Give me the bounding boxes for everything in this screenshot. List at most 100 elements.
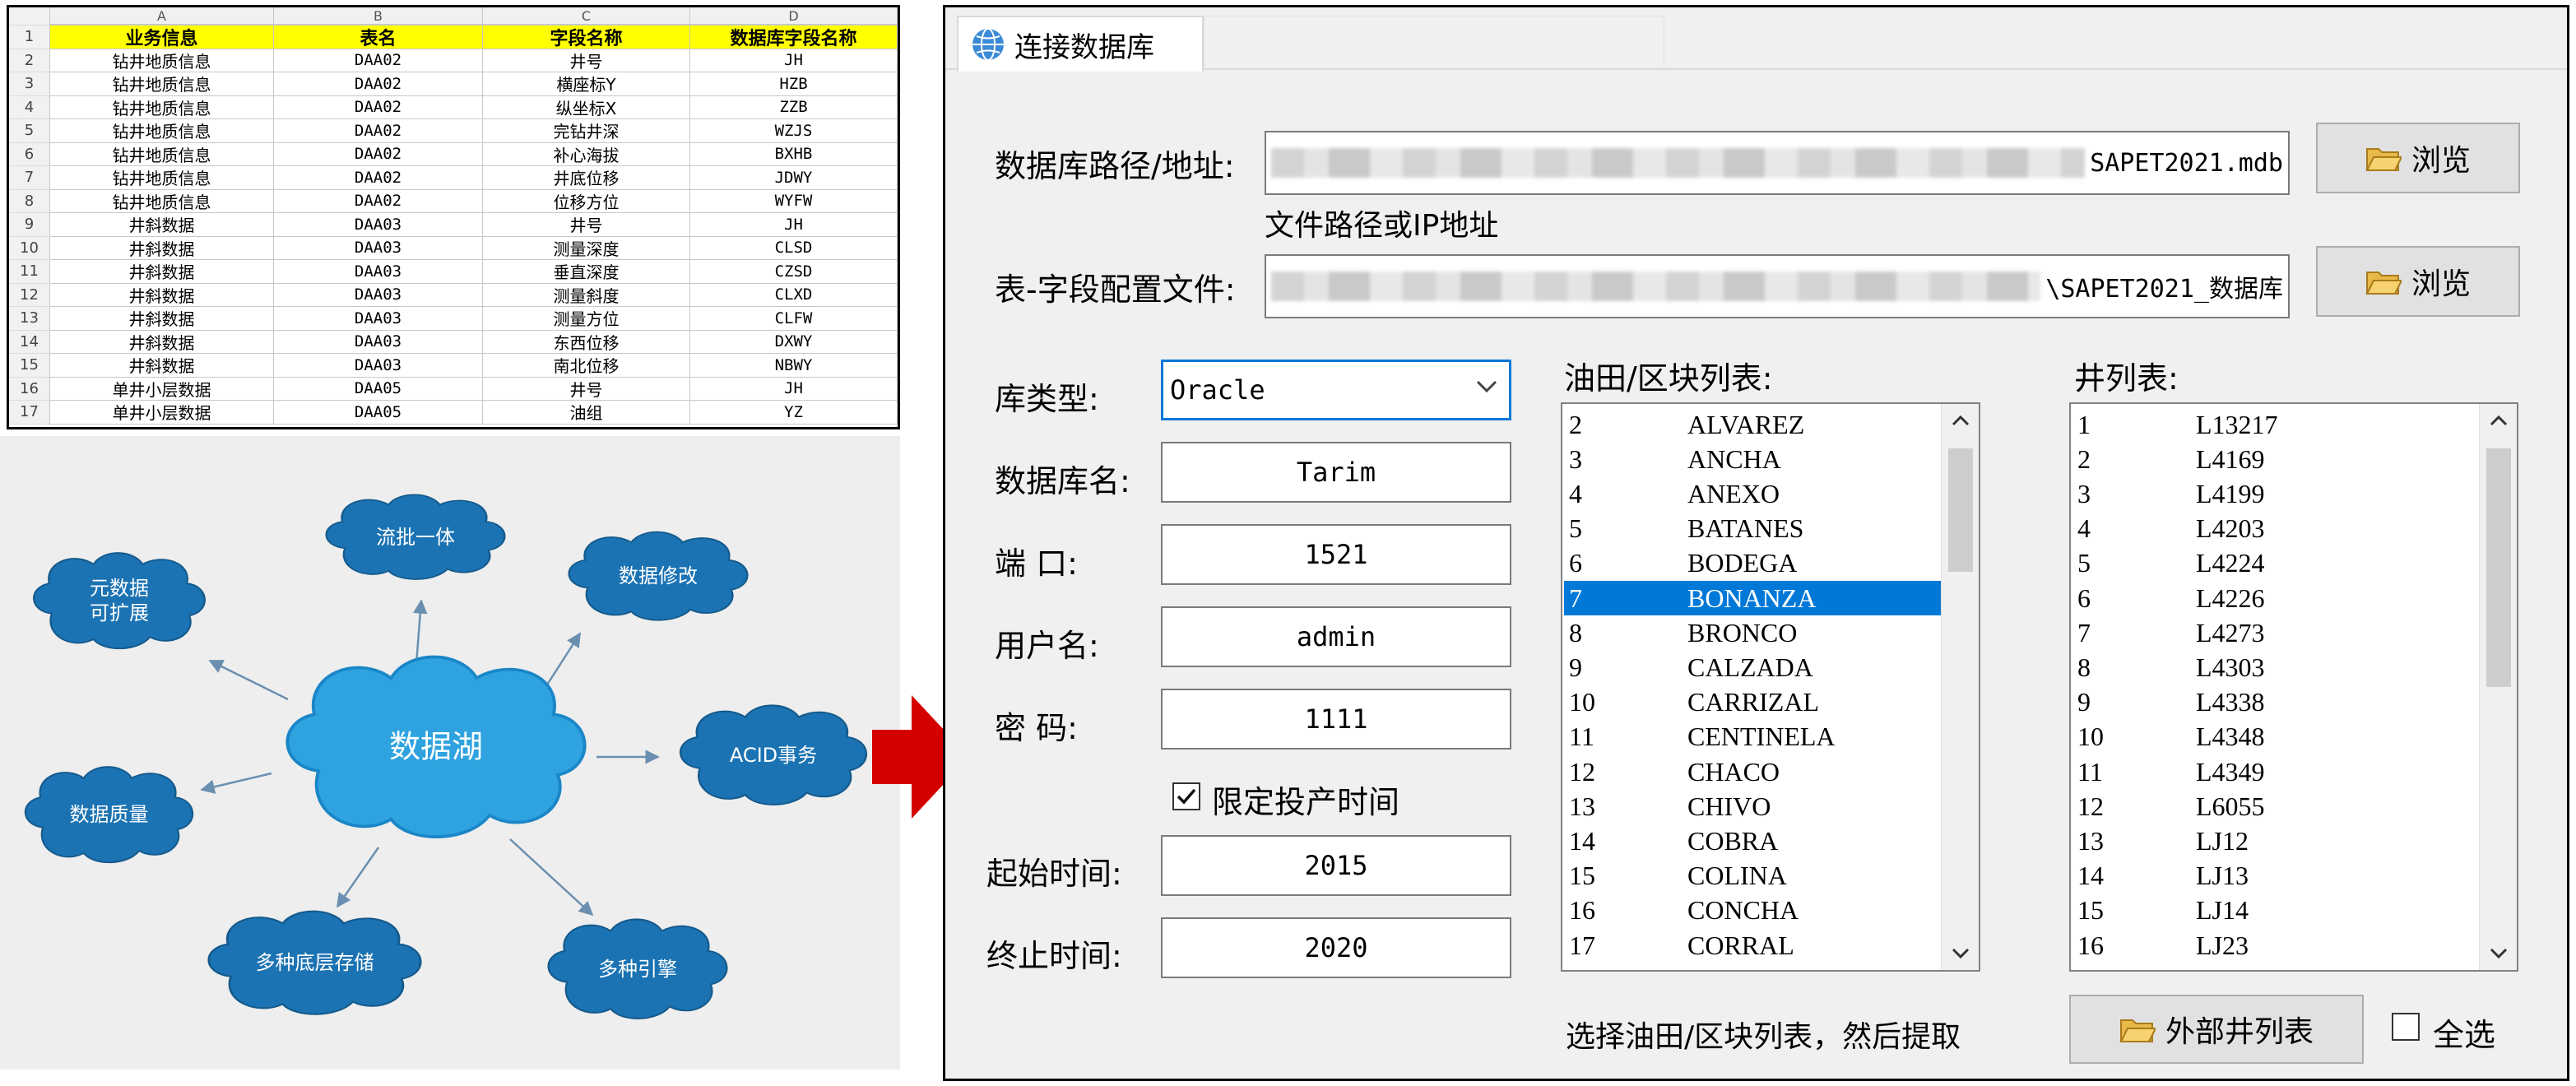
- list-item[interactable]: 15 COLINA: [1564, 859, 1977, 893]
- db-path-input[interactable]: SAPET2021.mdb: [1265, 131, 2290, 195]
- table-cell[interactable]: DAA02: [274, 95, 483, 119]
- list-item[interactable]: 10 CARRIZAL: [1564, 685, 1977, 720]
- table-cell[interactable]: 钻井地质信息: [50, 119, 274, 143]
- table-cell[interactable]: 单井小层数据: [50, 377, 274, 401]
- table-cell[interactable]: 井斜数据: [50, 307, 274, 331]
- table-cell[interactable]: 钻井地质信息: [50, 49, 274, 72]
- table-cell[interactable]: 完钻井深: [483, 119, 690, 143]
- column-letter[interactable]: B: [274, 7, 483, 25]
- list-item[interactable]: 8 L4303: [2072, 650, 2479, 685]
- table-cell[interactable]: DAA02: [274, 49, 483, 72]
- table-cell[interactable]: 钻井地质信息: [50, 72, 274, 96]
- scroll-thumb[interactable]: [2486, 448, 2511, 687]
- row-number[interactable]: 5: [9, 119, 50, 143]
- table-cell[interactable]: 井斜数据: [50, 236, 274, 260]
- row-number[interactable]: 4: [9, 95, 50, 119]
- table-cell[interactable]: DAA02: [274, 119, 483, 143]
- table-cell[interactable]: 井斜数据: [50, 330, 274, 354]
- list-item[interactable]: 14 LJ13: [2072, 859, 2479, 893]
- row-number[interactable]: 3: [9, 72, 50, 96]
- list-item[interactable]: 6 BODEGA: [1564, 546, 1977, 581]
- row-number[interactable]: 8: [9, 189, 50, 213]
- row-number[interactable]: 1: [9, 26, 50, 49]
- table-cell[interactable]: CLFW: [690, 307, 898, 331]
- username-input[interactable]: admin: [1161, 606, 1511, 667]
- list-item[interactable]: 5 L4224: [2072, 546, 2479, 581]
- table-cell[interactable]: DAA03: [274, 354, 483, 378]
- well-list-scrollbar[interactable]: [2479, 404, 2517, 970]
- header-cell[interactable]: 表名: [274, 26, 483, 49]
- end-time-input[interactable]: 2020: [1161, 917, 1511, 978]
- row-number[interactable]: 2: [9, 49, 50, 72]
- row-number[interactable]: 10: [9, 236, 50, 260]
- port-input[interactable]: 1521: [1161, 524, 1511, 585]
- table-cell[interactable]: CZSD: [690, 260, 898, 284]
- list-item[interactable]: 4 ANEXO: [1564, 476, 1977, 511]
- table-cell[interactable]: BXHB: [690, 142, 898, 166]
- table-cell[interactable]: 井斜数据: [50, 283, 274, 307]
- table-cell[interactable]: 垂直深度: [483, 260, 690, 284]
- limit-time-checkbox[interactable]: [1172, 782, 1200, 810]
- table-cell[interactable]: 油组: [483, 401, 690, 425]
- list-item[interactable]: 13 CHIVO: [1564, 789, 1977, 824]
- list-item[interactable]: 15 LJ14: [2072, 893, 2479, 928]
- table-cell[interactable]: 测量深度: [483, 236, 690, 260]
- list-item[interactable]: 4 L4203: [2072, 512, 2479, 546]
- tab-connect-database[interactable]: 连接数据库: [957, 16, 1204, 72]
- table-cell[interactable]: 钻井地质信息: [50, 189, 274, 213]
- table-cell[interactable]: DAA02: [274, 72, 483, 96]
- list-item[interactable]: 5 BATANES: [1564, 512, 1977, 546]
- table-cell[interactable]: DAA02: [274, 166, 483, 190]
- list-item[interactable]: 6 L4226: [2072, 581, 2479, 615]
- list-item[interactable]: 11 L4349: [2072, 754, 2479, 789]
- list-item[interactable]: 9 L4338: [2072, 685, 2479, 720]
- list-item[interactable]: 16 LJ23: [2072, 928, 2479, 963]
- list-item[interactable]: 7 BONANZA: [1564, 581, 1977, 615]
- list-item[interactable]: 16 CONCHA: [1564, 893, 1977, 928]
- table-cell[interactable]: DAA03: [274, 213, 483, 237]
- table-cell[interactable]: 测量方位: [483, 307, 690, 331]
- table-cell[interactable]: 钻井地质信息: [50, 95, 274, 119]
- scroll-down-icon[interactable]: [2480, 937, 2517, 970]
- field-list-scrollbar[interactable]: [1941, 404, 1979, 970]
- password-input[interactable]: 1111: [1161, 689, 1511, 750]
- row-number[interactable]: 6: [9, 142, 50, 166]
- list-item[interactable]: 12 L6055: [2072, 789, 2479, 824]
- table-cell[interactable]: 井斜数据: [50, 213, 274, 237]
- table-cell[interactable]: JH: [690, 49, 898, 72]
- table-cell[interactable]: 南北位移: [483, 354, 690, 378]
- header-cell[interactable]: 业务信息: [50, 26, 274, 49]
- list-item[interactable]: 1 L13217: [2072, 407, 2479, 442]
- table-cell[interactable]: 横座标Y: [483, 72, 690, 96]
- table-cell[interactable]: JDWY: [690, 166, 898, 190]
- table-cell[interactable]: DXWY: [690, 330, 898, 354]
- row-number[interactable]: 17: [9, 401, 50, 425]
- table-cell[interactable]: NBWY: [690, 354, 898, 378]
- table-cell[interactable]: DAA03: [274, 260, 483, 284]
- table-cell[interactable]: HZB: [690, 72, 898, 96]
- row-number[interactable]: 7: [9, 166, 50, 190]
- column-letter[interactable]: A: [50, 7, 274, 25]
- config-file-input[interactable]: \SAPET2021_数据库: [1265, 254, 2290, 318]
- table-cell[interactable]: 井斜数据: [50, 354, 274, 378]
- table-cell[interactable]: 单井小层数据: [50, 401, 274, 425]
- table-cell[interactable]: CLXD: [690, 283, 898, 307]
- table-cell[interactable]: DAA05: [274, 401, 483, 425]
- list-item[interactable]: 11 CENTINELA: [1564, 720, 1977, 754]
- row-number[interactable]: 14: [9, 330, 50, 354]
- table-cell[interactable]: DAA03: [274, 236, 483, 260]
- list-item[interactable]: 8 BRONCO: [1564, 615, 1977, 650]
- table-cell[interactable]: DAA02: [274, 142, 483, 166]
- column-letter[interactable]: C: [483, 7, 690, 25]
- row-number[interactable]: 13: [9, 307, 50, 331]
- table-cell[interactable]: 纵坐标X: [483, 95, 690, 119]
- table-cell[interactable]: DAA03: [274, 330, 483, 354]
- table-cell[interactable]: WYFW: [690, 189, 898, 213]
- header-cell[interactable]: 字段名称: [483, 26, 690, 49]
- db-name-input[interactable]: Tarim: [1161, 442, 1511, 503]
- scroll-up-icon[interactable]: [2480, 404, 2517, 437]
- table-cell[interactable]: 钻井地质信息: [50, 166, 274, 190]
- scroll-up-icon[interactable]: [1942, 404, 1979, 437]
- list-item[interactable]: 14 COBRA: [1564, 824, 1977, 858]
- table-cell[interactable]: 井斜数据: [50, 260, 274, 284]
